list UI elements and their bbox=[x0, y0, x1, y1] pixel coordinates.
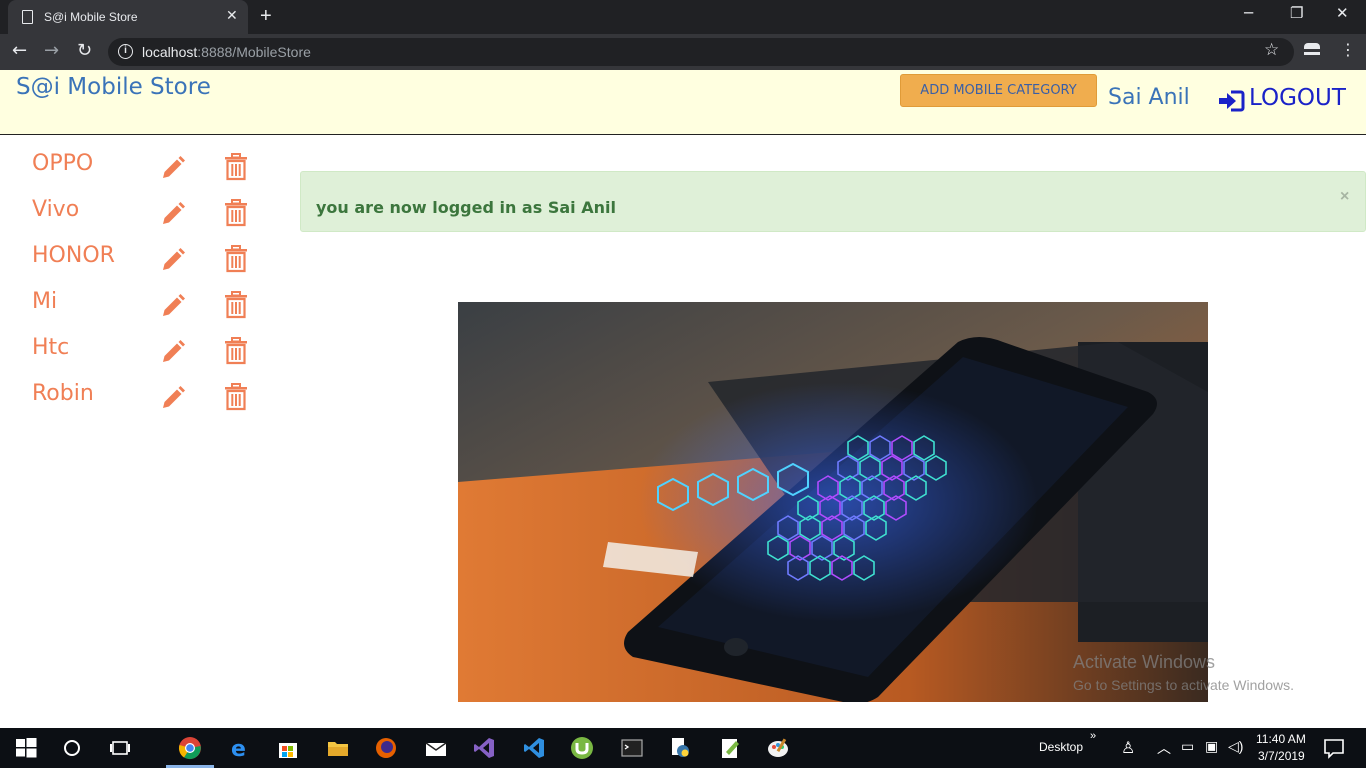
browser-toolbar: ← → ↻ i localhost:8888/MobileStore bbox=[0, 34, 1366, 70]
category-row: Vivo bbox=[32, 197, 262, 229]
login-success-alert: you are now logged in as Sai Anil × bbox=[300, 171, 1366, 232]
new-tab-button[interactable]: + bbox=[260, 5, 272, 28]
trash-icon[interactable] bbox=[224, 337, 248, 365]
forward-button[interactable]: → bbox=[44, 40, 59, 61]
pencil-icon[interactable] bbox=[160, 201, 186, 227]
volume-icon[interactable]: ◁) bbox=[1228, 738, 1243, 755]
toolbar-chevron-icon[interactable]: » bbox=[1090, 730, 1096, 742]
notepad-plus-icon[interactable] bbox=[718, 736, 742, 760]
alert-close-button[interactable]: × bbox=[1340, 188, 1349, 206]
clock-date[interactable]: 3/7/2019 bbox=[1258, 749, 1305, 763]
notifications-icon[interactable] bbox=[1322, 736, 1346, 760]
app-header: S@i Mobile Store ADD MOBILE CATEGORY Sai… bbox=[0, 70, 1366, 135]
brand-title[interactable]: S@i Mobile Store bbox=[16, 74, 211, 100]
chrome-icon[interactable] bbox=[178, 736, 202, 760]
clock-time[interactable]: 11:40 AM bbox=[1256, 732, 1306, 746]
windows-taskbar: e Desktop » ♙ ︿ ▭ ▣ ◁) 11:40 AM 3/7/2019 bbox=[0, 728, 1366, 768]
category-name[interactable]: Mi bbox=[32, 289, 57, 314]
paint-icon[interactable] bbox=[766, 736, 790, 760]
info-icon[interactable]: i bbox=[118, 44, 133, 59]
trash-icon[interactable] bbox=[224, 383, 248, 411]
sign-in-icon bbox=[1219, 90, 1245, 112]
terminal-icon[interactable] bbox=[620, 736, 644, 760]
url-host: localhost bbox=[142, 44, 198, 60]
page-icon bbox=[22, 10, 33, 24]
battery-icon[interactable]: ▣ bbox=[1205, 738, 1218, 755]
close-window-button[interactable]: ✕ bbox=[1336, 4, 1349, 22]
bookmark-star-icon[interactable]: ☆ bbox=[1264, 40, 1279, 60]
tray-chevron-icon[interactable]: ︿ bbox=[1157, 738, 1171, 758]
watermark-subtitle: Go to Settings to activate Windows. bbox=[1073, 677, 1294, 693]
activate-windows-watermark: Activate Windows Go to Settings to activ… bbox=[1073, 652, 1294, 693]
task-view-icon[interactable] bbox=[108, 736, 132, 760]
incognito-icon[interactable] bbox=[1304, 43, 1320, 55]
restore-button[interactable]: ❐ bbox=[1290, 4, 1303, 22]
search-icon[interactable] bbox=[60, 736, 84, 760]
category-name[interactable]: Htc bbox=[32, 335, 69, 360]
category-name[interactable]: Robin bbox=[32, 381, 94, 406]
category-name[interactable]: HONOR bbox=[32, 243, 115, 268]
svg-text:e: e bbox=[231, 737, 246, 760]
mail-icon[interactable] bbox=[424, 736, 448, 760]
people-icon[interactable]: ♙ bbox=[1121, 738, 1135, 758]
category-row: Htc bbox=[32, 335, 262, 367]
category-name[interactable]: Vivo bbox=[32, 197, 79, 222]
minimize-button[interactable]: ─ bbox=[1244, 4, 1253, 22]
pencil-icon[interactable] bbox=[160, 247, 186, 273]
pencil-icon[interactable] bbox=[160, 339, 186, 365]
category-name[interactable]: OPPO bbox=[32, 151, 93, 176]
category-row: Robin bbox=[32, 381, 262, 413]
url-path: :8888/MobileStore bbox=[197, 44, 311, 60]
alert-message: you are now logged in as Sai Anil bbox=[316, 198, 616, 217]
pencil-icon[interactable] bbox=[160, 155, 186, 181]
vscode-icon[interactable] bbox=[522, 736, 546, 760]
firefox-icon[interactable] bbox=[374, 736, 398, 760]
edge-icon[interactable]: e bbox=[228, 736, 252, 760]
phone-photo bbox=[458, 302, 1208, 702]
browser-menu-icon[interactable]: ⋮ bbox=[1340, 40, 1356, 59]
network-icon[interactable]: ▭ bbox=[1181, 738, 1194, 755]
trash-icon[interactable] bbox=[224, 245, 248, 273]
hero-image bbox=[458, 302, 1208, 702]
category-row: OPPO bbox=[32, 151, 262, 183]
trash-icon[interactable] bbox=[224, 153, 248, 181]
pencil-icon[interactable] bbox=[160, 293, 186, 319]
store-icon[interactable] bbox=[276, 736, 300, 760]
python-icon[interactable] bbox=[668, 736, 692, 760]
utorrent-icon[interactable] bbox=[570, 736, 594, 760]
url-text: localhost:8888/MobileStore bbox=[142, 44, 311, 60]
logout-label: LOGOUT bbox=[1249, 85, 1346, 111]
browser-tab[interactable]: S@i Mobile Store ✕ bbox=[8, 0, 248, 34]
watermark-title: Activate Windows bbox=[1073, 652, 1216, 672]
add-mobile-category-button[interactable]: ADD MOBILE CATEGORY bbox=[900, 74, 1097, 107]
file-explorer-icon[interactable] bbox=[326, 736, 350, 760]
pencil-icon[interactable] bbox=[160, 385, 186, 411]
reload-button[interactable]: ↻ bbox=[77, 40, 92, 61]
windows-start-icon[interactable] bbox=[14, 736, 38, 760]
desktop-toolbar-label[interactable]: Desktop bbox=[1039, 740, 1083, 754]
back-button[interactable]: ← bbox=[12, 40, 27, 61]
category-row: Mi bbox=[32, 289, 262, 321]
visual-studio-icon[interactable] bbox=[472, 736, 496, 760]
tab-title: S@i Mobile Store bbox=[44, 10, 138, 24]
username-link[interactable]: Sai Anil bbox=[1108, 85, 1190, 110]
trash-icon[interactable] bbox=[224, 291, 248, 319]
category-row: HONOR bbox=[32, 243, 262, 275]
trash-icon[interactable] bbox=[224, 199, 248, 227]
close-tab-icon[interactable]: ✕ bbox=[226, 7, 238, 24]
browser-titlebar: S@i Mobile Store ✕ + ─ ❐ ✕ bbox=[0, 0, 1366, 34]
address-bar[interactable]: i localhost:8888/MobileStore bbox=[108, 38, 1294, 66]
